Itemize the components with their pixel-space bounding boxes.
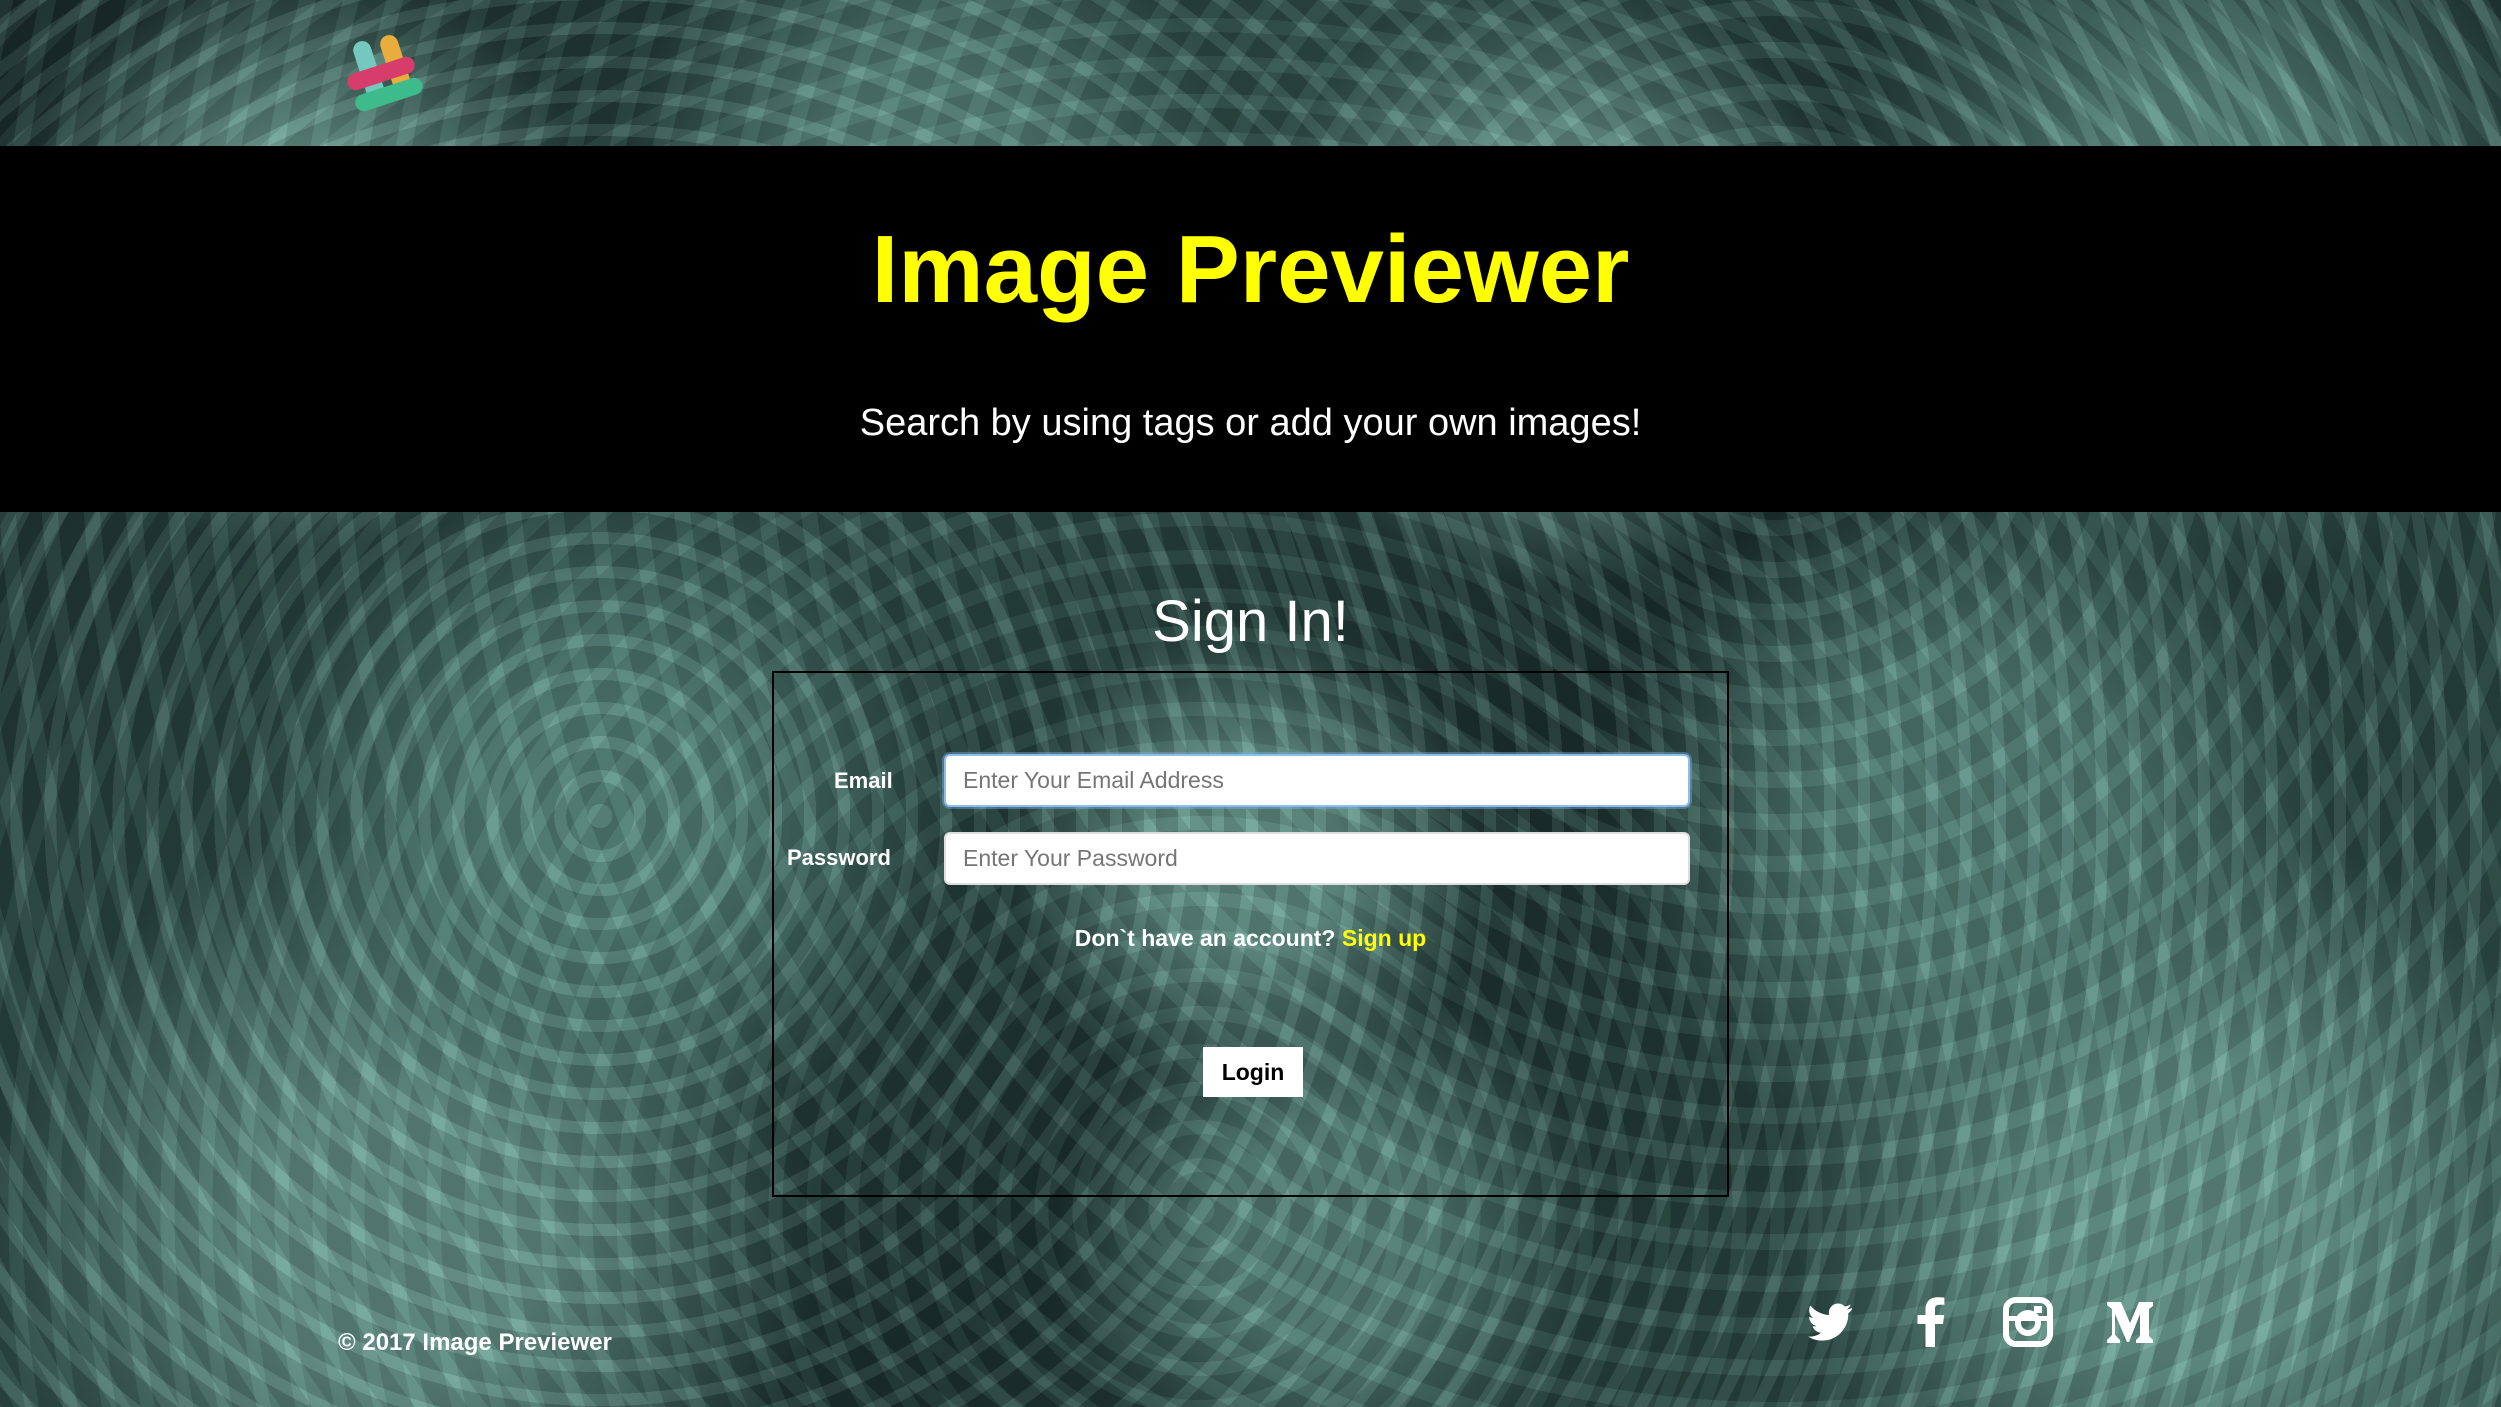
twitter-icon — [1808, 1303, 1852, 1341]
instagram-icon — [2003, 1297, 2053, 1347]
sign-in-title: Sign In! — [1152, 589, 1349, 654]
medium-icon[interactable] — [2102, 1294, 2158, 1350]
hero-banner: Image Previewer Search by using tags or … — [0, 146, 2501, 512]
footer-copyright: © 2017 Image Previewer — [338, 1329, 612, 1356]
twitter-icon[interactable] — [1802, 1294, 1858, 1350]
slack-logo-icon — [340, 32, 425, 114]
signup-prompt: Don`t have an account? Sign up — [774, 925, 1727, 952]
social-links — [1802, 1294, 2162, 1352]
login-button[interactable]: Login — [1203, 1047, 1303, 1097]
page-title: Image Previewer — [871, 216, 1630, 323]
image-previewer-page: Image Previewer Search by using tags or … — [0, 0, 2501, 1407]
login-form: Email Password Don`t have an account? Si… — [772, 671, 1729, 1197]
facebook-icon — [1917, 1297, 1945, 1347]
password-label: Password — [787, 845, 891, 870]
email-field[interactable] — [944, 754, 1690, 807]
facebook-icon[interactable] — [1904, 1294, 1960, 1350]
medium-icon — [2107, 1302, 2153, 1343]
hero-subtitle: Search by using tags or add your own ima… — [859, 402, 1642, 444]
signup-link[interactable]: Sign up — [1342, 925, 1426, 951]
instagram-icon[interactable] — [2000, 1294, 2056, 1350]
email-label: Email — [834, 768, 893, 793]
password-field[interactable] — [944, 832, 1690, 885]
account-prompt-text: Don`t have an account? — [1074, 925, 1336, 951]
